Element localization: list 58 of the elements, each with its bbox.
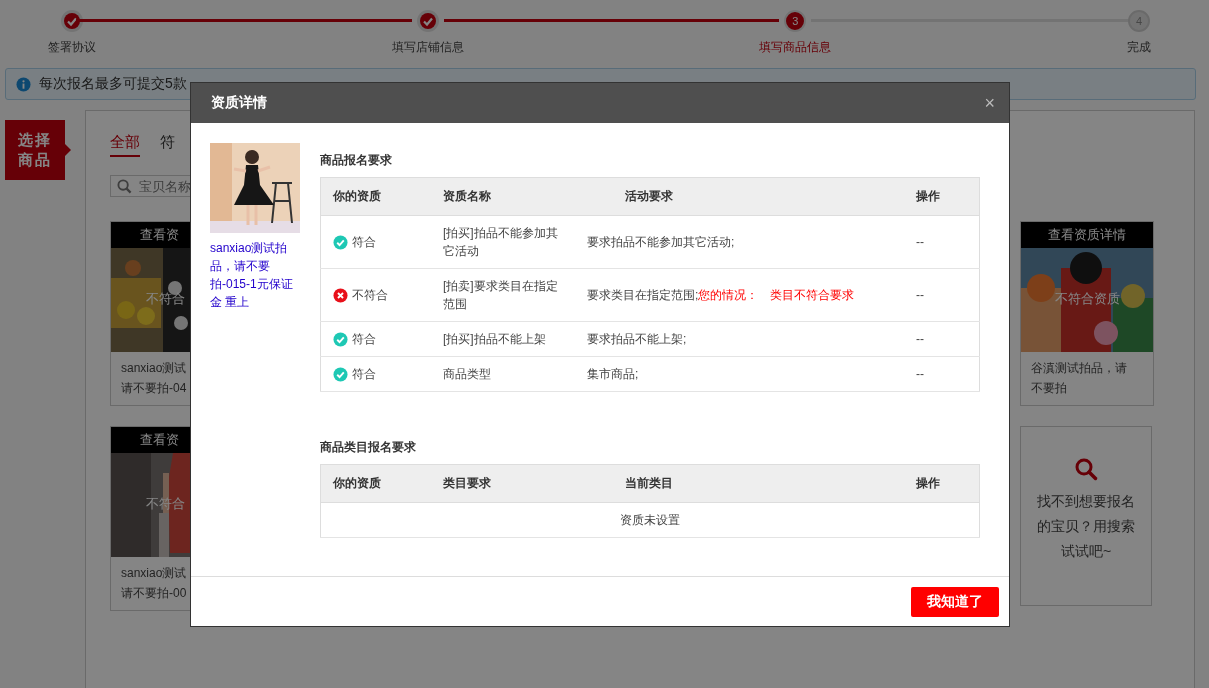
table-cell: 不符合 <box>320 268 431 322</box>
table-cell: 符合 <box>320 321 431 357</box>
column-header: 你的资质 <box>320 464 431 503</box>
search-icon <box>1074 457 1098 481</box>
column-header: 你的资质 <box>320 177 431 216</box>
table-cell: -- <box>904 268 980 322</box>
table-cell: [拍卖]要求类目在指定范围 <box>431 268 577 322</box>
check-icon <box>333 366 348 382</box>
table-cell: -- <box>904 321 980 357</box>
step-marker: 3 <box>784 10 807 32</box>
product-title: 请不要拍-00 <box>121 585 188 602</box>
table-cell: -- <box>904 356 980 392</box>
column-header: 资质名称 <box>431 177 577 216</box>
tag-pointer <box>65 144 71 156</box>
dialog-title: 资质详情 <box>211 94 267 112</box>
side-tag: 选择商品 <box>5 120 65 180</box>
product-title: 不要拍 <box>1031 380 1068 397</box>
section-title: 商品类目报名要求 <box>320 439 417 456</box>
search-icon <box>117 178 132 194</box>
filter-tab[interactable]: 符 <box>160 131 175 157</box>
notice-text: 每次报名最多可提交5款 <box>39 75 187 93</box>
cross-icon <box>333 287 348 303</box>
filter-tab[interactable]: 全部 <box>110 131 140 157</box>
check-icon <box>333 234 348 250</box>
table-cell: 符合 <box>320 215 431 269</box>
step-label: 完成 <box>1127 39 1151 56</box>
column-header: 类目要求 <box>431 464 577 503</box>
step-label: 填写商品信息 <box>759 39 832 56</box>
table-cell: [拍买]拍品不能上架 <box>431 321 577 357</box>
product-title: 谷滇测试拍品，请 <box>1031 360 1128 377</box>
empty-message: 资质未设置 <box>320 502 980 538</box>
details-link[interactable]: 查看资质详情 <box>1021 222 1153 248</box>
check-icon <box>333 331 348 347</box>
confirm-button[interactable]: 我知道了 <box>911 587 999 617</box>
table-cell: 要求拍品不能参加其它活动; <box>577 215 904 269</box>
step-label: 签署协议 <box>48 39 96 56</box>
column-header: 活动要求 <box>577 177 904 216</box>
table-cell: 商品类型 <box>431 356 577 392</box>
table-cell: 符合 <box>320 356 431 392</box>
table-cell: [拍买]拍品不能参加其它活动 <box>431 215 577 269</box>
table-cell: 要求拍品不能上架; <box>577 321 904 357</box>
search-tip-text: 找不到想要报名的宝贝？用搜索试试吧~ <box>1036 492 1136 561</box>
product-title: sanxiao测试 <box>121 565 188 582</box>
section-title: 商品报名要求 <box>320 152 393 169</box>
column-header: 当前类目 <box>577 464 904 503</box>
product-title: 请不要拍-04 <box>121 380 188 397</box>
close-button[interactable]: × <box>980 92 999 114</box>
info-icon <box>16 76 31 92</box>
product-card[interactable]: 查看资质详情 不符合资质 谷滇测试拍品，请 不要拍 <box>1020 221 1154 406</box>
column-header: 操作 <box>904 177 980 216</box>
column-header: 操作 <box>904 464 980 503</box>
table-cell: 要求类目在指定范围;您的情况： 类目不符合要求 <box>577 268 904 322</box>
product-title: sanxiao测试 <box>121 360 188 377</box>
table-cell: 集市商品; <box>577 356 904 392</box>
table-cell: -- <box>904 215 980 269</box>
status-label: 不符合 <box>145 495 185 513</box>
status-label: 不符合资质 <box>1053 290 1121 308</box>
step-label: 填写店铺信息 <box>391 39 464 56</box>
